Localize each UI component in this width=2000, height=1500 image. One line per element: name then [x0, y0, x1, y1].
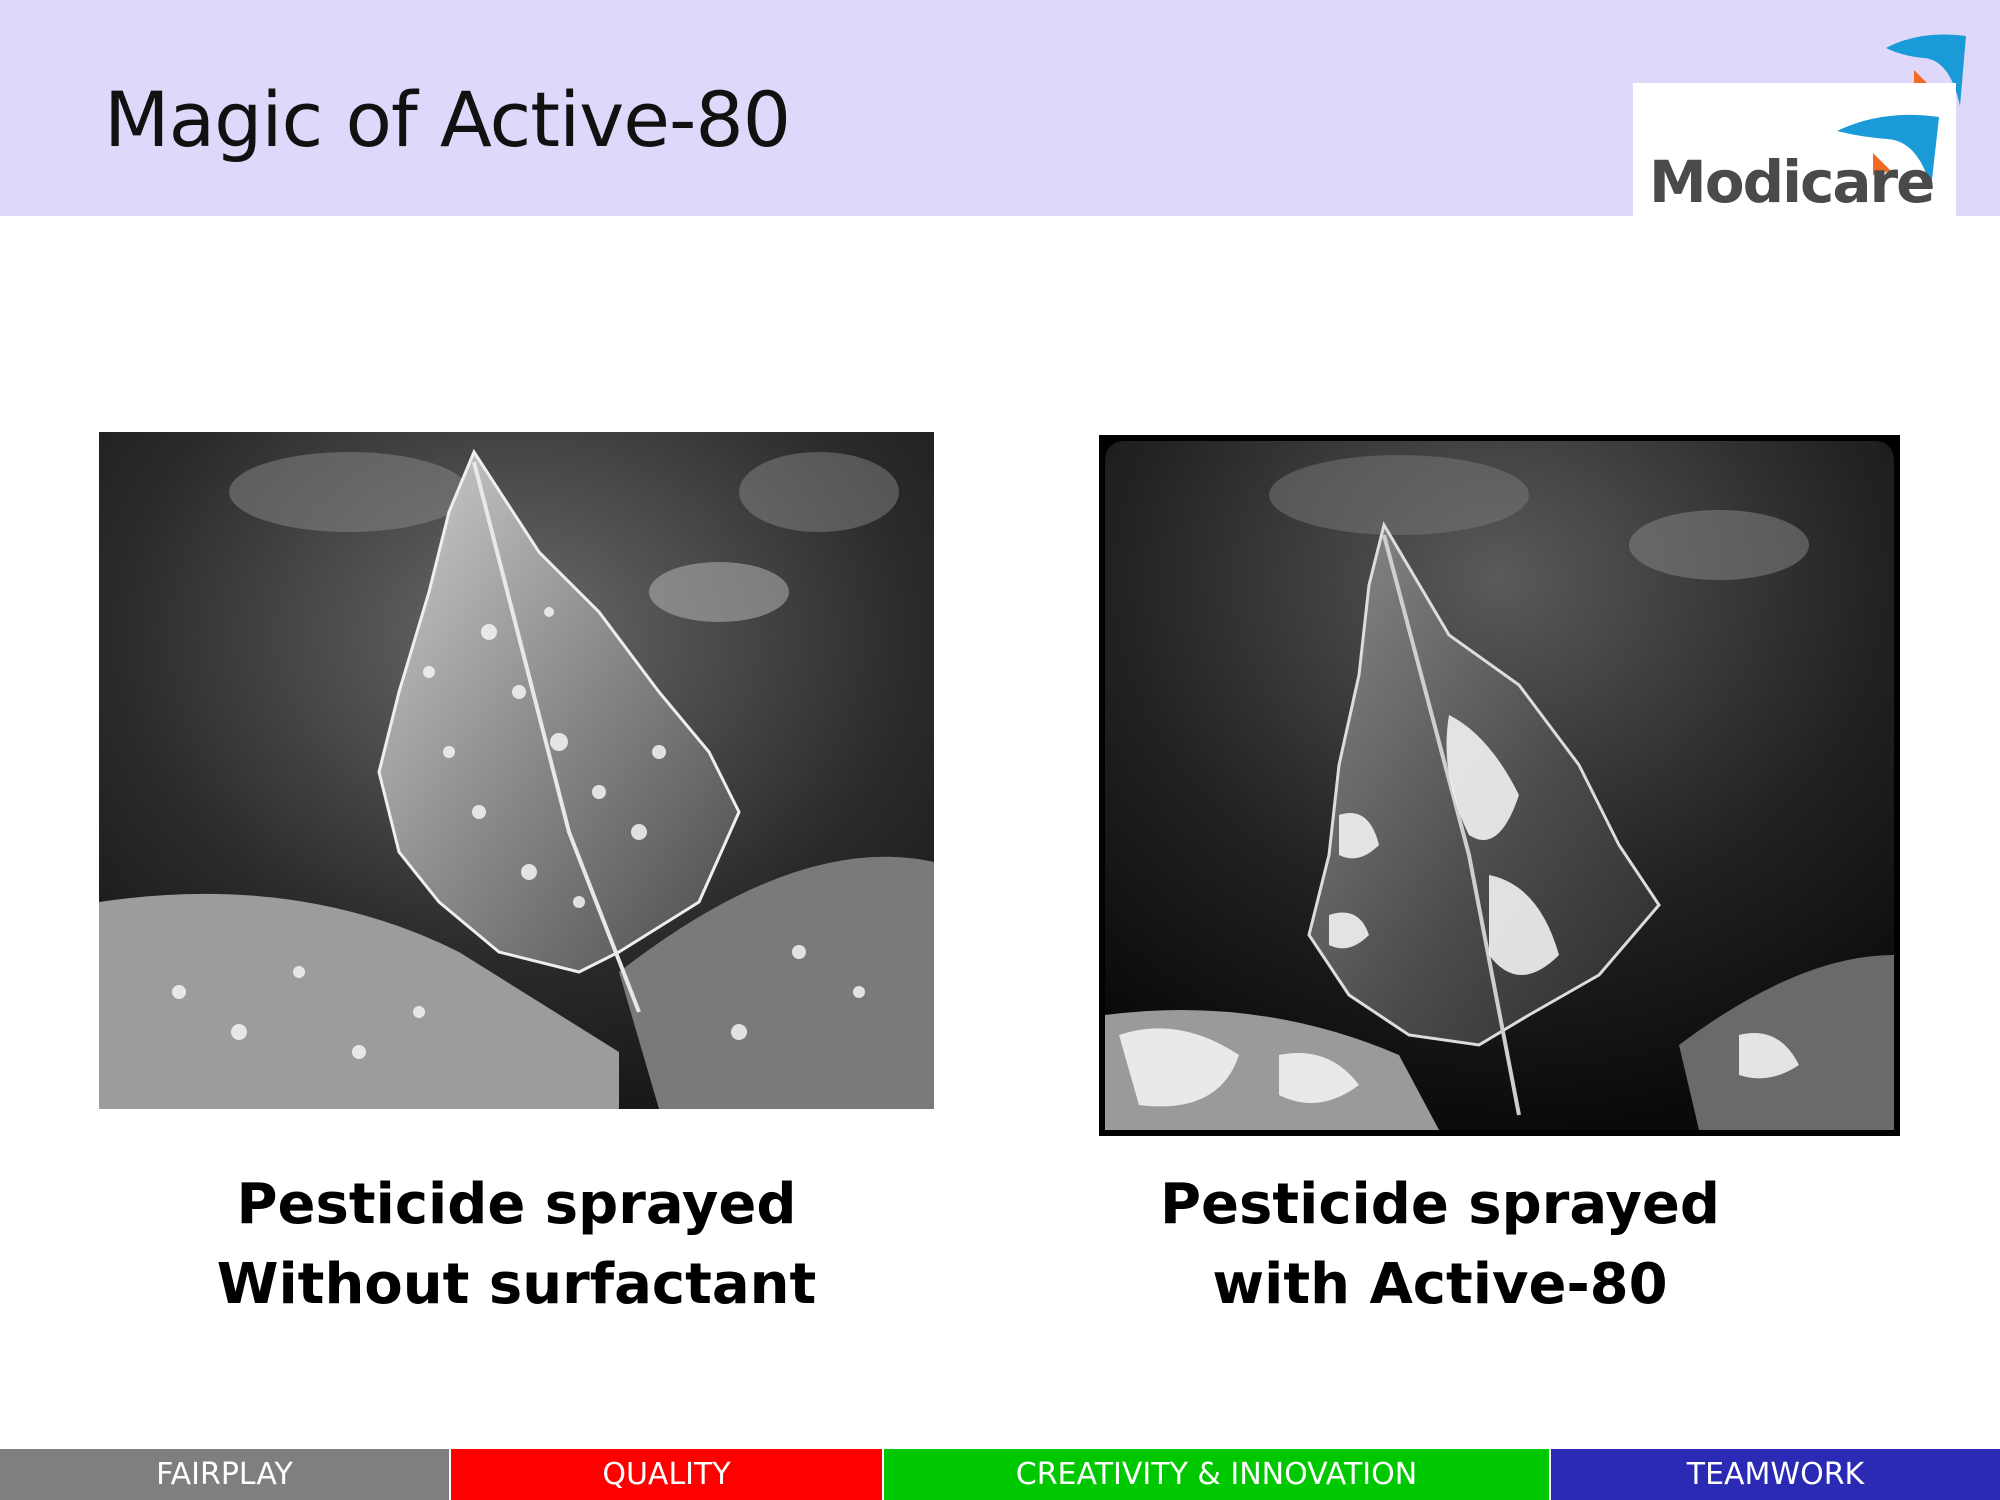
modicare-logo: Modicare	[1633, 83, 1956, 216]
slide-title: Magic of Active-80	[104, 75, 791, 164]
right-caption-line2: with Active-80	[1212, 1252, 1668, 1317]
footer-teamwork: TEAMWORK	[1551, 1449, 2000, 1500]
slide-header: Magic of Active-80 Modicare	[0, 0, 2000, 216]
leaf-with-active80-photo	[1099, 435, 1900, 1136]
right-caption-line1: Pesticide sprayed	[1160, 1172, 1720, 1237]
footer-creativity-innovation: CREATIVITY & INNOVATION	[884, 1449, 1551, 1500]
right-caption: Pesticide sprayed with Active-80	[1099, 1165, 1781, 1325]
footer-quality: QUALITY	[451, 1449, 884, 1500]
footer-creativity-label: CREATIVITY & INNOVATION	[1015, 1457, 1418, 1492]
values-footer: FAIRPLAY QUALITY CREATIVITY & INNOVATION…	[0, 1449, 2000, 1500]
left-caption: Pesticide sprayed Without surfactant	[99, 1165, 934, 1325]
left-caption-line1: Pesticide sprayed	[236, 1172, 797, 1237]
leaf-with-droplets-photo	[99, 432, 934, 1109]
footer-quality-label: QUALITY	[602, 1457, 731, 1492]
left-caption-line2: Without surfactant	[216, 1252, 817, 1317]
footer-fairplay-label: FAIRPLAY	[156, 1457, 293, 1492]
footer-fairplay: FAIRPLAY	[0, 1449, 451, 1500]
footer-teamwork-label: TEAMWORK	[1686, 1457, 1865, 1492]
modicare-logo-text: Modicare	[1649, 148, 1935, 216]
